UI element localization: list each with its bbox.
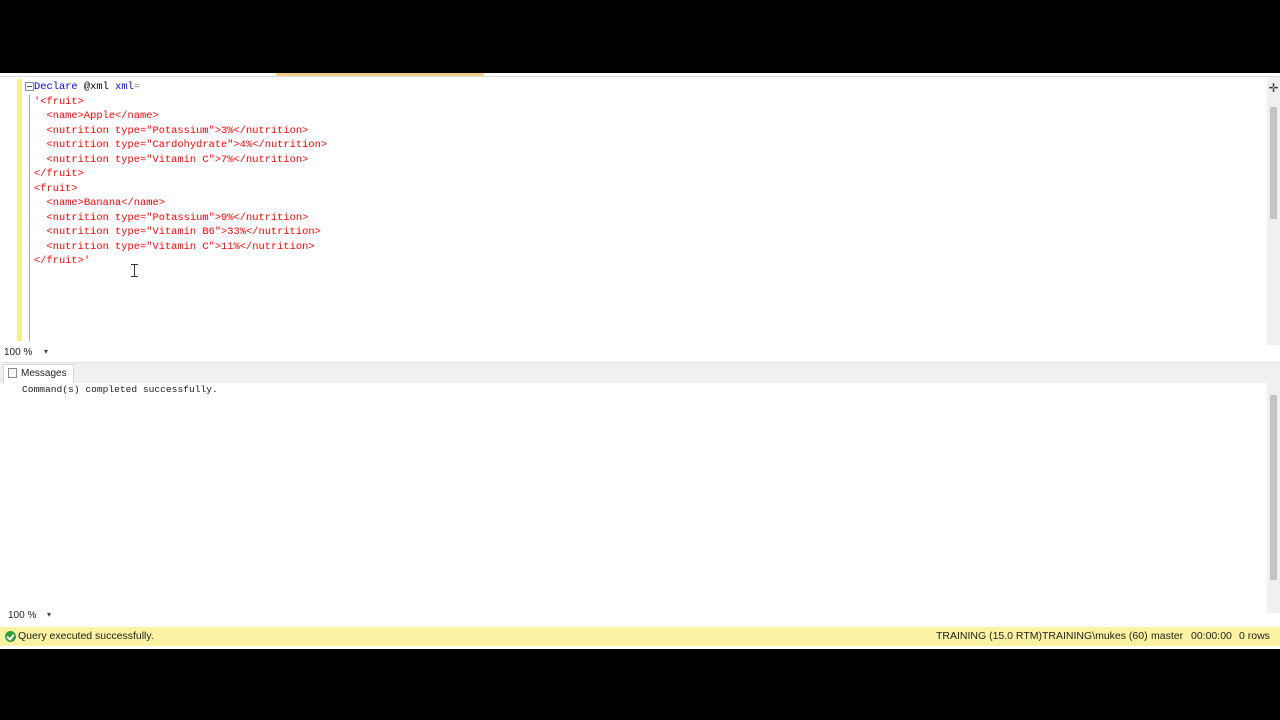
editor-scroll-thumb[interactable] — [1270, 107, 1277, 219]
code-token: <nutrition type="Vitamin B6">33%</nutrit… — [34, 226, 321, 238]
outline-line — [29, 95, 30, 341]
code-line[interactable]: <nutrition type="Potassium">9%</nutritio… — [34, 211, 327, 226]
result-message: Command(s) completed successfully. — [22, 384, 218, 395]
code-line[interactable]: <nutrition type="Cardohydrate">4%</nutri… — [34, 138, 327, 153]
status-rows: 0 rows — [1239, 630, 1270, 642]
status-bar: Query executed successfully. TRAINING (1… — [0, 627, 1280, 646]
chevron-down-icon[interactable]: ▾ — [47, 610, 51, 619]
editor-horizontal-scrollbar[interactable] — [56, 350, 1266, 357]
editor-vertical-scrollbar[interactable]: ✛ — [1267, 77, 1280, 345]
ssms-query-window: Declare @xml xml= '<fruit> <name>Apple</n… — [0, 73, 1280, 649]
sql-code[interactable]: Declare @xml xml= '<fruit> <name>Apple</n… — [34, 80, 327, 269]
code-line[interactable]: <nutrition type="Vitamin C">11%</nutriti… — [34, 240, 327, 255]
code-token: = — [133, 81, 141, 93]
code-token: <name>Apple</name> — [34, 110, 159, 122]
collapse-minus-icon[interactable] — [25, 82, 34, 91]
split-window-icon[interactable]: ✛ — [1268, 82, 1279, 94]
success-check-icon — [5, 631, 16, 642]
messages-icon — [8, 368, 17, 378]
results-tab-strip: Messages — [0, 362, 1280, 383]
code-line[interactable]: '<fruit> — [34, 95, 327, 110]
code-token: Declare — [34, 81, 84, 93]
code-line[interactable]: <nutrition type="Vitamin C">7%</nutritio… — [34, 153, 327, 168]
code-line[interactable]: <fruit> — [34, 182, 327, 197]
messages-scroll-thumb[interactable] — [1270, 395, 1277, 580]
code-line[interactable]: </fruit>' — [34, 254, 327, 269]
code-token: <fruit> — [34, 182, 78, 195]
code-token: '<fruit> — [34, 95, 84, 108]
messages-pane[interactable]: Command(s) completed successfully. — [0, 383, 1266, 613]
code-line[interactable]: Declare @xml xml= — [34, 80, 327, 95]
text-cursor-icon — [131, 264, 138, 277]
results-zoom-level[interactable]: 100 % — [8, 610, 36, 621]
code-line[interactable]: <nutrition type="Potassium">3%</nutritio… — [34, 124, 327, 139]
code-token: @xml — [83, 81, 116, 93]
status-server: TRAINING (15.0 RTM) — [936, 630, 1042, 642]
status-user: TRAINING\mukes (60) — [1042, 630, 1148, 642]
code-token: <name>Banana</name> — [34, 197, 165, 209]
editor-zoom-bar: 100 % ▾ — [0, 347, 1280, 360]
editor-zoom-level[interactable]: 100 % — [4, 347, 32, 358]
code-token: </fruit>' — [34, 255, 91, 267]
code-token: <nutrition type="Cardohydrate">4%</nutri… — [34, 139, 328, 151]
code-token: <nutrition type="Potassium">9%</nutritio… — [34, 211, 309, 224]
messages-vertical-scrollbar[interactable] — [1267, 383, 1280, 613]
status-database: master — [1151, 630, 1184, 642]
code-token: <nutrition type="Vitamin C">11%</nutriti… — [34, 240, 315, 253]
results-zoom-bar: 100 % ▾ — [0, 610, 1280, 623]
query-editor[interactable]: Declare @xml xml= '<fruit> <name>Apple</n… — [0, 77, 1280, 345]
tab-messages[interactable]: Messages — [3, 364, 74, 383]
code-line[interactable]: <name>Banana</name> — [34, 196, 327, 211]
status-elapsed: 00:00:00 — [1191, 630, 1232, 642]
code-token: <nutrition type="Vitamin C">7%</nutritio… — [34, 153, 309, 166]
chevron-down-icon[interactable]: ▾ — [44, 347, 48, 356]
tab-messages-label: Messages — [21, 368, 67, 379]
editor-hscroll-thumb[interactable] — [62, 350, 1248, 357]
code-token: <nutrition type="Potassium">3%</nutritio… — [34, 124, 309, 137]
status-message: Query executed successfully. — [18, 630, 154, 642]
code-line[interactable]: <name>Apple</name> — [34, 109, 327, 124]
code-token: xml — [115, 81, 134, 93]
code-token: </fruit> — [34, 168, 84, 180]
code-line[interactable]: <nutrition type="Vitamin B6">33%</nutrit… — [34, 225, 327, 240]
code-line[interactable]: </fruit> — [34, 167, 327, 182]
change-tracking-bar — [17, 79, 22, 341]
